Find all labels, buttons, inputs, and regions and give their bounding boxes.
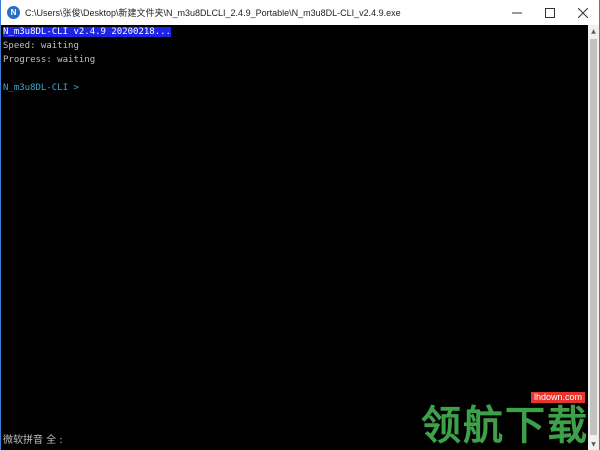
scroll-down-icon: ▼ — [591, 440, 596, 448]
minimize-button[interactable] — [500, 0, 533, 25]
close-button[interactable] — [566, 0, 599, 25]
window-controls — [500, 0, 599, 25]
console-output[interactable]: N_m3u8DL-CLI v2.4.9 20200218... Speed: w… — [1, 25, 589, 450]
scroll-up-button[interactable]: ▲ — [588, 25, 599, 37]
watermark: lhdown.com 领航下载 — [421, 392, 589, 448]
command-prompt[interactable]: N_m3u8DL-CLI > — [1, 81, 589, 95]
maximize-button[interactable] — [533, 0, 566, 25]
window-title: C:\Users\张俊\Desktop\新建文件夹\N_m3u8DLCLI_2.… — [25, 8, 401, 18]
watermark-url: lhdown.com — [530, 392, 585, 403]
app-icon: N — [7, 6, 20, 19]
watermark-logo: 领航下载 — [421, 403, 589, 449]
minimize-icon — [511, 12, 522, 13]
maximize-icon — [544, 7, 555, 18]
title-bar[interactable]: N C:\Users\张俊\Desktop\新建文件夹\N_m3u8DLCLI_… — [1, 0, 599, 25]
scroll-thumb[interactable] — [590, 39, 597, 435]
progress-line: Progress: waiting — [3, 55, 96, 65]
console-header-line: N_m3u8DL-CLI v2.4.9 20200218... — [1, 25, 589, 39]
close-icon — [577, 7, 588, 18]
vertical-scrollbar[interactable]: ▲ ▼ — [588, 25, 599, 450]
scroll-down-button[interactable]: ▼ — [588, 438, 599, 450]
ime-status: 微软拼音 全 : — [3, 435, 63, 446]
scroll-up-icon: ▲ — [591, 27, 596, 35]
console-window: N C:\Users\张俊\Desktop\新建文件夹\N_m3u8DLCLI_… — [0, 0, 600, 450]
speed-line: Speed: waiting — [3, 41, 79, 51]
header-text: N_m3u8DL-CLI v2.4.9 20200218... — [3, 27, 171, 37]
